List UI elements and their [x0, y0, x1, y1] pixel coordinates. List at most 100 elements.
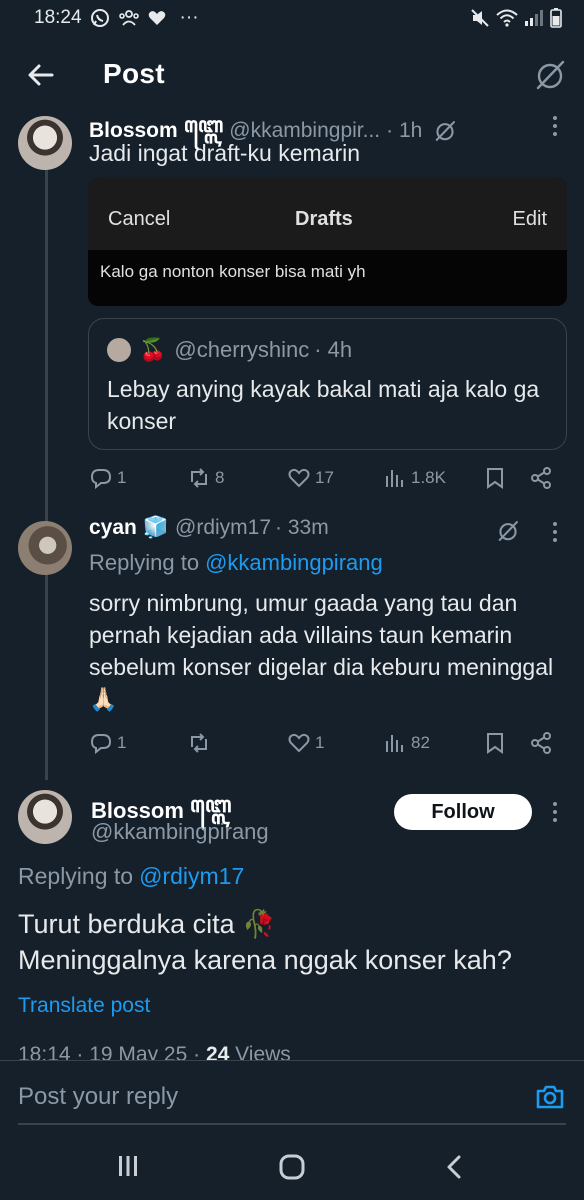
like-count: 1 [315, 733, 325, 752]
user-handle[interactable]: @kkambingpirang [91, 819, 269, 845]
tweet-time: · 1h [386, 118, 423, 142]
tweet-text: Jadi ingat draft-ku kemarin [89, 140, 361, 166]
wifi-icon [496, 9, 518, 27]
status-time: 18:24 [34, 7, 82, 28]
main-tweet-text: Turut berduka cita 🥀 Meninggalnya karena… [18, 906, 512, 978]
app-header: Post [0, 44, 584, 108]
draft-text: Kalo ga nonton konser bisa mati yh [100, 262, 366, 281]
tweet-header: cyan 🧊 @rdiym17 · 33m [89, 516, 329, 540]
more-icon[interactable] [552, 800, 558, 824]
more-icon[interactable] [552, 520, 558, 544]
tweet-image[interactable]: Cancel Drafts Edit Kalo ga nonton konser… [88, 178, 567, 306]
like-button[interactable]: 17 [287, 466, 334, 490]
main-tweet-line-1: Turut berduka cita 🥀 [18, 909, 276, 939]
share-icon [531, 732, 551, 754]
back-nav-button[interactable] [445, 1154, 463, 1185]
reply-input[interactable]: Post your reply [18, 1083, 178, 1111]
reply-icon [90, 734, 112, 755]
bookmark-icon [487, 733, 503, 754]
bookmark-button[interactable] [483, 466, 507, 490]
mute-icon [470, 8, 490, 28]
grok-icon[interactable] [434, 120, 456, 142]
reply-count: 1 [117, 468, 127, 487]
bookmark-icon [487, 468, 503, 489]
drafts-cancel-label: Cancel [108, 208, 171, 230]
views-count: 82 [411, 733, 430, 752]
repost-icon [191, 468, 207, 488]
repost-button[interactable] [187, 731, 215, 755]
follow-button[interactable]: Follow [394, 794, 532, 830]
back-arrow-icon[interactable] [26, 60, 56, 90]
avatar[interactable] [18, 790, 72, 844]
bookmark-button[interactable] [483, 731, 507, 755]
whatsapp-icon [90, 8, 110, 28]
quote-header: 🍒 @cherryshinc · 4h [107, 337, 352, 363]
like-icon [288, 733, 310, 753]
tweet-meta: 18:14 · 19 May 25 · 24 Views [18, 1043, 291, 1061]
quote-handle: @cherryshinc [174, 337, 310, 362]
avatar[interactable] [18, 116, 72, 170]
share-button[interactable] [529, 466, 553, 490]
tweet-text: sorry nimbrung, umur gaada yang tau dan … [89, 590, 554, 712]
system-nav-bar [0, 1138, 584, 1200]
group-icon [118, 9, 140, 27]
replying-to: Replying to @kkambingpirang [89, 550, 383, 576]
views-icon [386, 470, 403, 487]
tweet-actions: 1 8 17 1.8K [89, 466, 559, 494]
replying-prefix: Replying to [18, 863, 134, 889]
views-icon [386, 735, 403, 752]
main-tweet-line-2: Meninggalnya karena nggak konser kah? [18, 945, 512, 975]
reply-button[interactable]: 1 [89, 731, 126, 755]
status-more: ··· [179, 7, 199, 28]
grok-icon[interactable] [497, 520, 519, 547]
replying-to-link[interactable]: @rdiym17 [139, 863, 244, 890]
replying-prefix: Replying to [89, 550, 200, 575]
grok-icon[interactable] [534, 59, 566, 91]
replying-to: Replying to @rdiym17 [18, 863, 244, 890]
views-count: 1.8K [411, 468, 446, 487]
main-tweet-handle-row: @kkambingpirang [91, 819, 269, 845]
views-label: Views [235, 1043, 291, 1061]
name-emoji: 🧊 [142, 516, 170, 539]
repost-count: 8 [215, 468, 225, 487]
tweet-actions: 1 1 82 [89, 731, 559, 759]
drafts-edit-label: Edit [512, 208, 547, 230]
recent-apps-button[interactable] [117, 1154, 139, 1183]
tweet-timestamp: 18:14 · 19 May 25 · [18, 1043, 201, 1061]
home-button[interactable] [279, 1154, 305, 1185]
status-bar: 18:24 ··· [0, 0, 584, 36]
quoted-tweet[interactable]: 🍒 @cherryshinc · 4h Lebay anying kayak b… [88, 318, 567, 450]
quote-time: · 4h [314, 337, 353, 362]
repost-button[interactable]: 8 [187, 466, 224, 490]
thread-line [45, 160, 48, 780]
avatar[interactable] [18, 521, 72, 575]
reply-button[interactable]: 1 [89, 466, 126, 490]
tweet-time: · 33m [275, 516, 329, 539]
translate-post-link[interactable]: Translate post [18, 994, 150, 1018]
drafts-title: Drafts [295, 208, 353, 230]
reply-bar: Post your reply [0, 1060, 584, 1138]
views-button[interactable]: 1.8K [383, 466, 446, 490]
signal-icon [524, 9, 544, 27]
more-icon[interactable] [552, 114, 558, 138]
battery-icon [550, 8, 562, 28]
heart-icon [148, 10, 166, 26]
like-count: 17 [315, 468, 334, 487]
display-name[interactable]: cyan [89, 516, 137, 540]
page-title: Post [103, 58, 165, 89]
views-total: 24 [205, 1043, 230, 1061]
user-handle[interactable]: @rdiym17 [175, 516, 271, 540]
like-button[interactable]: 1 [287, 731, 324, 755]
repost-icon [191, 733, 207, 753]
reply-underline [18, 1123, 566, 1125]
views-button[interactable]: 82 [383, 731, 430, 755]
share-icon [531, 467, 551, 489]
reply-count: 1 [117, 733, 127, 752]
like-icon [288, 468, 310, 488]
avatar [107, 338, 131, 362]
quote-emoji: 🍒 [139, 337, 167, 362]
share-button[interactable] [529, 731, 553, 755]
quote-text: Lebay anying kayak bakal mati aja kalo g… [107, 376, 540, 434]
replying-to-link[interactable]: @kkambingpirang [205, 550, 383, 576]
camera-icon[interactable] [535, 1083, 565, 1111]
